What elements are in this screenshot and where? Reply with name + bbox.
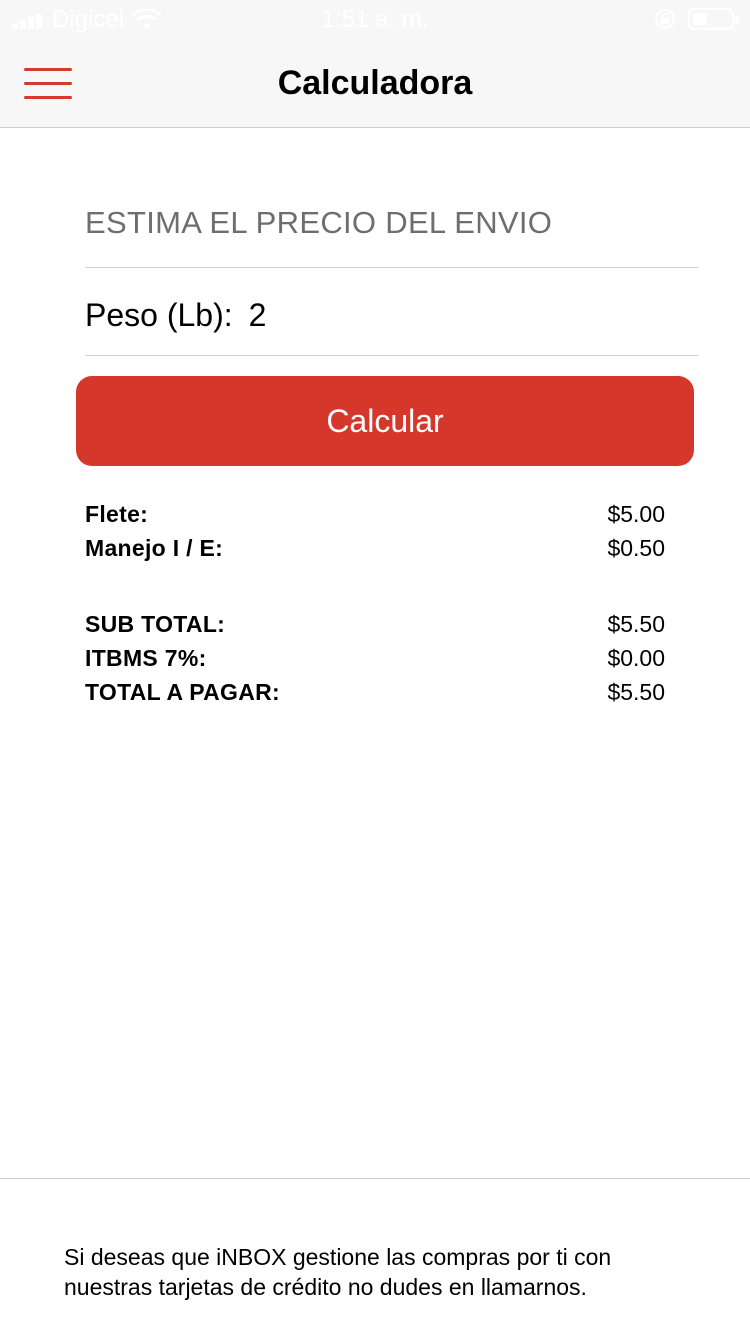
status-bar: Digicel 1:51 a. m. <box>0 0 750 40</box>
footer-message: Si deseas que iNBOX gestione las compras… <box>64 1244 612 1300</box>
cost-breakdown: Flete: $5.00 Manejo I / E: $0.50 <box>85 497 665 565</box>
divider <box>85 355 698 356</box>
result-label: Manejo I / E: <box>85 534 224 561</box>
result-row-subtotal: SUB TOTAL: $5.50 <box>85 607 665 641</box>
result-value: $0.50 <box>607 534 665 561</box>
result-value: $5.50 <box>607 610 665 637</box>
result-label: TOTAL A PAGAR: <box>85 678 281 705</box>
weight-row: Peso (Lb): <box>85 293 698 337</box>
result-value: $5.00 <box>607 500 665 527</box>
result-row-manejo: Manejo I / E: $0.50 <box>85 531 665 565</box>
battery-icon <box>688 8 739 30</box>
footer-divider <box>0 1178 750 1179</box>
navigation-bar: Calculadora <box>0 40 750 128</box>
section-title: ESTIMA EL PRECIO DEL ENVIO <box>85 205 553 240</box>
weight-input[interactable] <box>248 296 649 334</box>
weight-label: Peso (Lb): <box>85 296 233 333</box>
result-row-flete: Flete: $5.00 <box>85 497 665 531</box>
result-label: SUB TOTAL: <box>85 610 226 637</box>
calculate-button[interactable]: Calcular <box>76 376 694 466</box>
page-title: Calculadora <box>277 64 473 102</box>
result-label: Flete: <box>85 500 149 527</box>
result-row-itbms: ITBMS 7%: $0.00 <box>85 641 665 675</box>
totals: SUB TOTAL: $5.50 ITBMS 7%: $0.00 TOTAL A… <box>85 607 665 709</box>
divider <box>85 267 698 268</box>
result-label: ITBMS 7%: <box>85 644 207 671</box>
orientation-lock-icon <box>655 9 675 29</box>
status-right <box>654 8 739 30</box>
result-row-total: TOTAL A PAGAR: $5.50 <box>85 675 665 709</box>
result-value: $5.50 <box>607 678 665 705</box>
result-value: $0.00 <box>607 644 665 671</box>
status-time: 1:51 a. m. <box>321 6 429 33</box>
